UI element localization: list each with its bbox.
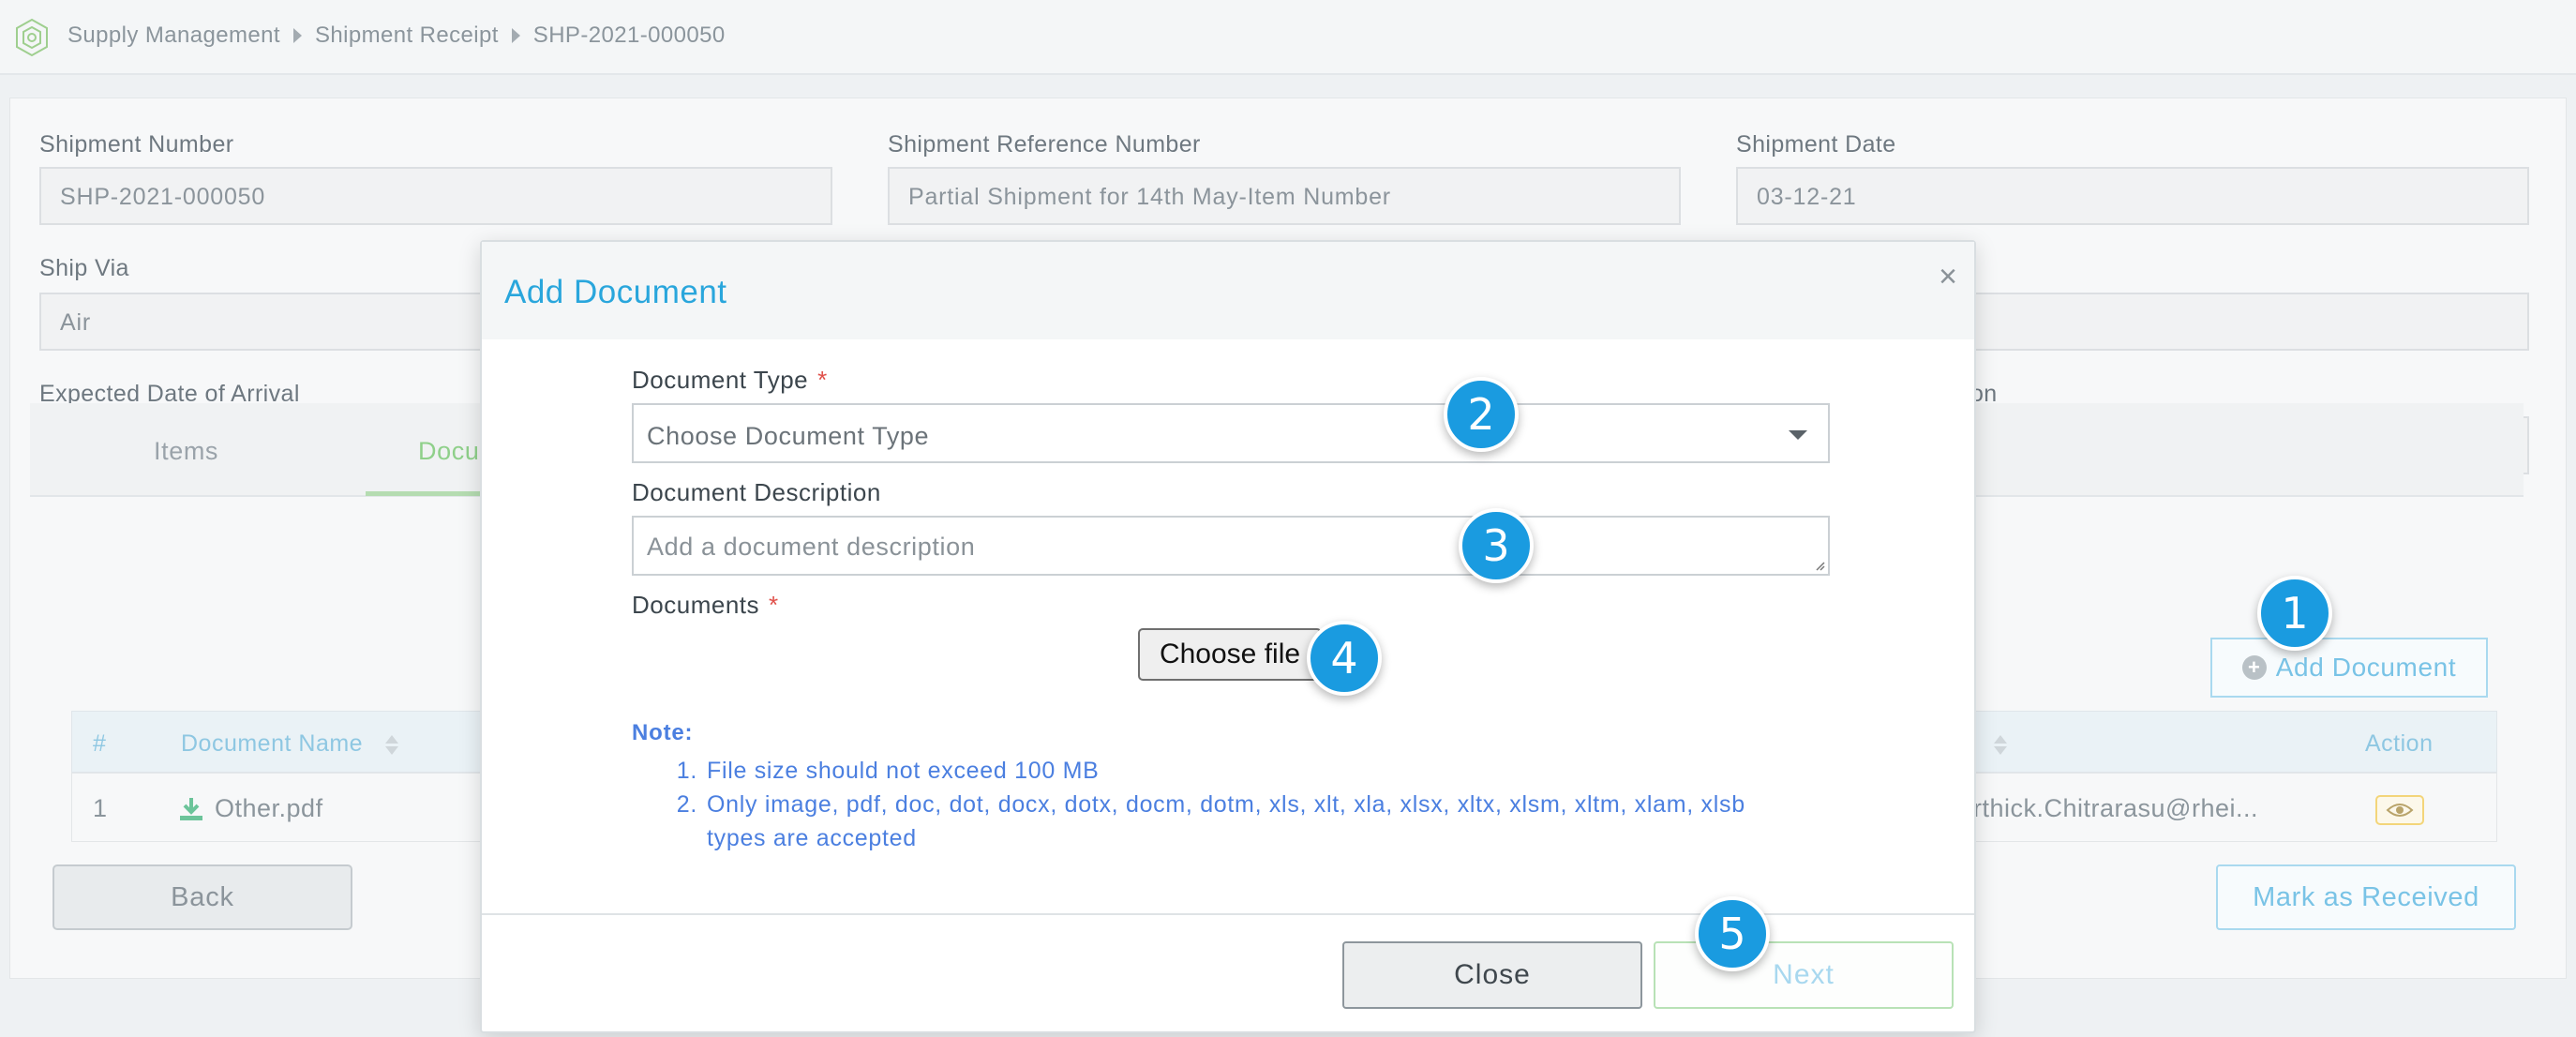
column-header-document-name-label: Document Name	[181, 730, 364, 757]
step-marker-4: 4	[1307, 621, 1382, 696]
breadcrumb-item-shipment-receipt[interactable]: Shipment Receipt	[315, 23, 499, 49]
shipment-number-field: SHP-2021-000050	[39, 167, 832, 225]
documents-label: Documents *	[632, 591, 779, 620]
breadcrumb-separator-icon	[292, 28, 302, 43]
row-document-name[interactable]: Other.pdf	[177, 794, 323, 823]
list-item: 2. Only image, pdf, doc, dot, docx, dotx…	[632, 788, 1757, 855]
required-asterisk: *	[817, 366, 828, 394]
list-item-number: 1.	[676, 758, 697, 784]
modal-header: Add Document ×	[482, 242, 1974, 339]
document-description-label: Document Description	[632, 478, 881, 506]
step-marker-2: 2	[1444, 377, 1519, 452]
step-marker-3: 3	[1459, 508, 1534, 583]
chevron-down-icon	[1789, 430, 1807, 440]
document-type-label: Document Type *	[632, 366, 828, 395]
step-marker-5: 5	[1695, 896, 1770, 971]
sort-icon[interactable]	[1994, 734, 2007, 755]
note-list: 1. File size should not exceed 100 MB 2.…	[632, 754, 1757, 855]
shipment-date-label: Shipment Date	[1736, 131, 1896, 158]
close-button[interactable]: Close	[1342, 941, 1642, 1009]
note-title: Note:	[632, 720, 693, 746]
tab-documents[interactable]: Docu	[418, 437, 479, 466]
column-header-document-name[interactable]: Document Name	[181, 730, 398, 758]
shipment-number-label: Shipment Number	[39, 131, 234, 158]
list-item-text: Only image, pdf, doc, dot, docx, dotx, d…	[707, 791, 1745, 851]
breadcrumb-separator-icon	[511, 28, 520, 43]
eye-icon	[2386, 804, 2414, 817]
modal-title: Add Document	[504, 274, 727, 310]
note-title-text: Note:	[632, 720, 694, 745]
tab-items[interactable]: Items	[154, 437, 218, 466]
plus-circle-icon: +	[2241, 655, 2267, 680]
column-header-uploaded-by-sort[interactable]	[1979, 730, 2007, 758]
document-description-placeholder: Add a document description	[647, 533, 976, 561]
document-type-select[interactable]: Choose Document Type	[632, 403, 1830, 463]
list-item-text: File size should not exceed 100 MB	[707, 758, 1100, 784]
mark-as-received-button[interactable]: Mark as Received	[2216, 864, 2516, 930]
breadcrumb-item-supply-management[interactable]: Supply Management	[67, 23, 280, 49]
download-icon	[180, 797, 202, 820]
breadcrumb-item-current: SHP-2021-000050	[532, 23, 726, 48]
list-item: 1. File size should not exceed 100 MB	[632, 754, 1757, 788]
choose-file-button[interactable]: Choose file	[1138, 628, 1322, 681]
documents-label-text: Documents	[632, 591, 759, 619]
row-index: 1	[93, 794, 108, 822]
shipment-reference-field: Partial Shipment for 14th May-Item Numbe…	[888, 167, 1681, 225]
breadcrumb: Supply Management Shipment Receipt SHP-2…	[67, 23, 726, 49]
row-uploaded-by: rthick.Chitrarasu@rhei...	[1973, 794, 2258, 822]
resize-handle-icon[interactable]	[1814, 560, 1825, 571]
view-document-button[interactable]	[2375, 795, 2424, 825]
add-document-button[interactable]: + Add Document	[2210, 638, 2488, 698]
document-type-label-text: Document Type	[632, 366, 809, 394]
app-logo-icon[interactable]	[9, 16, 54, 61]
column-header-index: #	[93, 730, 107, 757]
shipment-reference-label: Shipment Reference Number	[888, 131, 1201, 158]
shipment-date-field: 03-12-21	[1736, 167, 2529, 225]
close-icon[interactable]: ×	[1939, 261, 1957, 293]
ship-via-label: Ship Via	[39, 255, 129, 281]
document-type-placeholder: Choose Document Type	[647, 422, 930, 450]
document-description-textarea[interactable]: Add a document description	[632, 516, 1830, 576]
top-bar: Supply Management Shipment Receipt SHP-2…	[0, 0, 2576, 75]
sort-icon[interactable]	[384, 734, 398, 755]
step-marker-1: 1	[2257, 576, 2332, 651]
list-item-number: 2.	[676, 791, 697, 818]
column-header-action: Action	[2365, 730, 2434, 757]
add-document-label: Add Document	[2275, 653, 2457, 682]
back-button[interactable]: Back	[52, 864, 352, 930]
row-document-name-text: Other.pdf	[215, 794, 323, 822]
required-asterisk: *	[769, 591, 779, 619]
